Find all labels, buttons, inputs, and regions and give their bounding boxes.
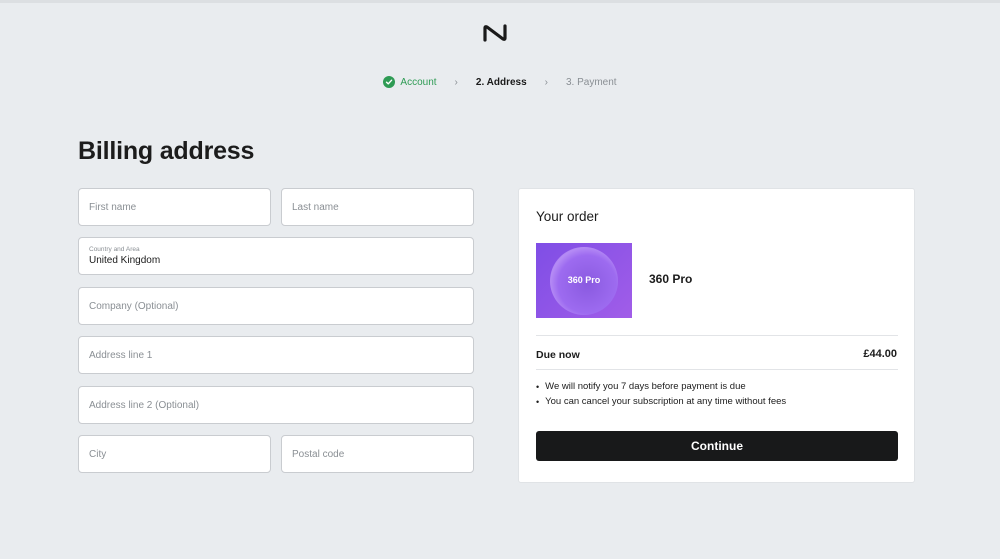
step-label: Account [400, 76, 437, 88]
divider [536, 335, 898, 336]
city-placeholder: City [89, 448, 107, 460]
product-name: 360 Pro [649, 272, 693, 286]
check-circle-icon [383, 76, 396, 88]
country-label: Country and Area [89, 246, 140, 253]
first-name-placeholder: First name [89, 201, 137, 213]
divider [536, 369, 898, 370]
company-placeholder: Company (Optional) [89, 300, 179, 312]
address-line-1-field[interactable]: Address line 1 [78, 336, 474, 374]
chevron-right-icon: › [544, 76, 548, 88]
top-border [0, 0, 1000, 3]
nothing-logo-icon[interactable] [482, 24, 510, 42]
step-label: 3. Payment [566, 76, 617, 88]
chevron-right-icon: › [454, 76, 458, 88]
list-item: We will notify you 7 days before payment… [536, 381, 786, 392]
product-image: 360 Pro [536, 243, 632, 318]
last-name-placeholder: Last name [292, 201, 339, 213]
step-label: 2. Address [475, 76, 527, 88]
last-name-field[interactable]: Last name [281, 188, 474, 226]
address-line-1-placeholder: Address line 1 [89, 349, 153, 361]
company-field[interactable]: Company (Optional) [78, 287, 474, 325]
page-title: Billing address [78, 137, 255, 165]
address-line-2-field[interactable]: Address line 2 (Optional) [78, 386, 474, 424]
step-account[interactable]: Account [383, 76, 437, 88]
continue-button[interactable]: Continue [536, 431, 898, 461]
product-image-label: 360 Pro [567, 275, 601, 285]
country-select[interactable]: Country and Area United Kingdom [78, 237, 474, 275]
order-title: Your order [536, 209, 599, 224]
checkout-steps: Account › 2. Address › 3. Payment [0, 76, 1000, 88]
address-line-2-placeholder: Address line 2 (Optional) [89, 399, 200, 411]
order-summary-card: Your order 360 Pro 360 Pro Due now £44.0… [518, 188, 915, 483]
first-name-field[interactable]: First name [78, 188, 271, 226]
city-field[interactable]: City [78, 435, 271, 473]
due-now-amount: £44.00 [863, 348, 897, 360]
postal-code-placeholder: Postal code [292, 448, 345, 460]
list-item: You can cancel your subscription at any … [536, 396, 786, 407]
step-address: 2. Address [476, 77, 527, 88]
country-value: United Kingdom [89, 255, 161, 266]
step-payment: 3. Payment [566, 77, 617, 88]
due-now-label: Due now [536, 349, 580, 361]
postal-code-field[interactable]: Postal code [281, 435, 474, 473]
order-notes: We will notify you 7 days before payment… [536, 381, 786, 411]
